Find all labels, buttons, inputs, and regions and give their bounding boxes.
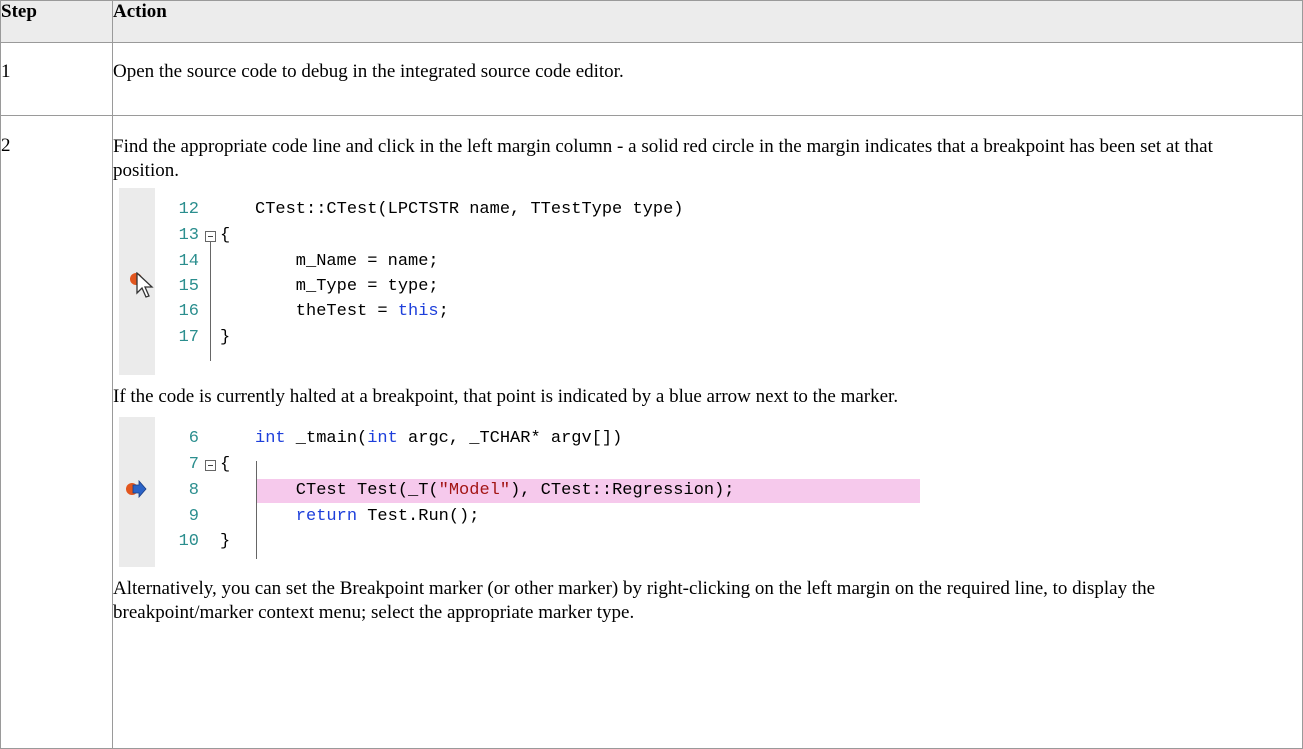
collapse-icon[interactable] bbox=[205, 460, 216, 471]
header-action: Action bbox=[112, 0, 1303, 43]
step-action-text: Find the appropriate code line and click… bbox=[113, 136, 1213, 181]
collapse-icon[interactable] bbox=[205, 231, 216, 242]
steps-table: Step Action 1 Open the source code to de… bbox=[0, 0, 1303, 749]
code-snippet-breakpoint: 12 CTest::CTest(LPCTSTR name, TTestType t… bbox=[119, 188, 819, 375]
header-step: Step bbox=[0, 0, 113, 43]
step-number: 2 bbox=[1, 135, 11, 156]
mouse-pointer-icon bbox=[136, 272, 154, 298]
current-line-arrow-icon[interactable] bbox=[125, 479, 147, 499]
code-snippet-current-line: 6 int _tmain(int argc, _TCHAR* argv[]) 7{… bbox=[119, 417, 939, 567]
table-header: Step Action bbox=[0, 0, 1303, 43]
step-action-text: If the code is currently halted at a bre… bbox=[113, 386, 899, 407]
step-number: 1 bbox=[1, 61, 11, 82]
step-action-text: Open the source code to debug in the int… bbox=[113, 61, 624, 82]
table-row: 1 Open the source code to debug in the i… bbox=[0, 42, 1303, 116]
step-action-text: Alternatively, you can set the Breakpoin… bbox=[113, 578, 1156, 623]
table-row: 2 Find the appropriate code line and cli… bbox=[0, 115, 1303, 749]
